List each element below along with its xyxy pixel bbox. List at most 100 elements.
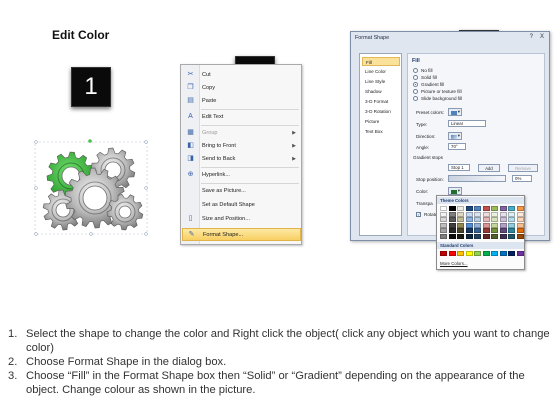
nav-item-line-color[interactable]: Line Color: [362, 67, 400, 76]
nav-item-picture[interactable]: Picture: [362, 117, 400, 126]
more-colors-link[interactable]: More Colors...: [440, 261, 468, 266]
theme-color-swatch[interactable]: [499, 222, 507, 228]
no-fill-radio[interactable]: [413, 68, 418, 73]
nav-item-shadow[interactable]: Shadow: [362, 87, 400, 96]
help-button[interactable]: ?: [530, 34, 533, 40]
theme-color-swatch[interactable]: [508, 217, 515, 222]
theme-color-swatch[interactable]: [448, 217, 456, 222]
theme-color-swatch[interactable]: [516, 206, 524, 211]
add-stop-button[interactable]: Add: [478, 164, 500, 172]
standard-color-swatch[interactable]: [491, 251, 498, 256]
stop-select[interactable]: Stop 1: [448, 164, 470, 171]
theme-color-swatch[interactable]: [474, 233, 481, 239]
menu-item-cut[interactable]: ✂ Cut: [182, 69, 301, 81]
standard-color-swatch[interactable]: [474, 251, 481, 256]
theme-color-swatch[interactable]: [440, 211, 447, 217]
standard-color-swatch[interactable]: [516, 251, 524, 256]
resize-handle[interactable]: [34, 140, 38, 144]
stop-position-input[interactable]: 0%: [512, 175, 532, 182]
theme-color-swatch[interactable]: [448, 206, 456, 211]
theme-color-swatch[interactable]: [448, 222, 456, 228]
direction-dropdown[interactable]: ▾: [448, 132, 462, 140]
menu-item-copy[interactable]: ❐ Copy: [182, 82, 301, 94]
solid-fill-radio[interactable]: [413, 75, 418, 80]
theme-color-swatch[interactable]: [491, 206, 498, 211]
theme-color-swatch[interactable]: [491, 233, 498, 239]
nav-item-3d-format[interactable]: 3-D Format: [362, 97, 400, 106]
nav-item-3d-rotation[interactable]: 3-D Rotation: [362, 107, 400, 116]
theme-color-swatch[interactable]: [457, 228, 464, 233]
menu-item-set-default-shape[interactable]: Set as Default Shape: [182, 199, 301, 211]
theme-color-swatch[interactable]: [482, 211, 490, 217]
theme-color-swatch[interactable]: [482, 222, 490, 228]
theme-color-swatch[interactable]: [440, 233, 447, 239]
theme-color-swatch[interactable]: [474, 228, 481, 233]
theme-color-swatch[interactable]: [465, 206, 473, 211]
theme-color-swatch[interactable]: [499, 217, 507, 222]
theme-color-swatch[interactable]: [482, 233, 490, 239]
theme-color-swatch[interactable]: [482, 217, 490, 222]
nav-item-text-box[interactable]: Text Box: [362, 127, 400, 136]
theme-color-swatch[interactable]: [440, 228, 447, 233]
stop-position-slider[interactable]: [448, 175, 506, 182]
theme-color-swatch[interactable]: [440, 222, 447, 228]
nav-item-line-style[interactable]: Line Style: [362, 77, 400, 86]
color-picker-button[interactable]: ▾: [448, 187, 462, 195]
theme-color-swatch[interactable]: [508, 211, 515, 217]
theme-color-swatch[interactable]: [448, 228, 456, 233]
resize-handle[interactable]: [34, 186, 38, 190]
rotation-handle[interactable]: [88, 139, 92, 143]
menu-item-hyperlink[interactable]: ⊕ Hyperlink...: [182, 169, 301, 181]
menu-item-size-and-position[interactable]: ▯ Size and Position...: [182, 213, 301, 225]
standard-color-swatch[interactable]: [465, 251, 473, 256]
resize-handle[interactable]: [144, 186, 148, 190]
theme-color-swatch[interactable]: [491, 222, 498, 228]
theme-color-swatch[interactable]: [474, 217, 481, 222]
theme-color-swatch[interactable]: [474, 211, 481, 217]
theme-color-swatch[interactable]: [457, 222, 464, 228]
menu-item-format-shape[interactable]: ✎ Format Shape...: [182, 228, 301, 241]
standard-color-swatch[interactable]: [508, 251, 515, 256]
menu-item-save-as-picture[interactable]: Save as Picture...: [182, 185, 301, 197]
theme-color-swatch[interactable]: [508, 206, 515, 211]
standard-color-swatch[interactable]: [499, 251, 507, 256]
standard-color-swatch[interactable]: [440, 251, 447, 256]
theme-color-swatch[interactable]: [457, 233, 464, 239]
picture-fill-radio[interactable]: [413, 89, 418, 94]
preset-colors-dropdown[interactable]: ▾: [448, 108, 462, 116]
background-fill-radio[interactable]: [413, 96, 418, 101]
theme-color-swatch[interactable]: [516, 222, 524, 228]
theme-color-swatch[interactable]: [499, 206, 507, 211]
resize-handle[interactable]: [89, 232, 93, 236]
theme-color-swatch[interactable]: [440, 206, 447, 211]
theme-color-swatch[interactable]: [516, 233, 524, 239]
theme-color-swatch[interactable]: [508, 222, 515, 228]
theme-color-swatch[interactable]: [491, 211, 498, 217]
theme-color-swatch[interactable]: [465, 217, 473, 222]
standard-color-swatch[interactable]: [448, 251, 456, 256]
theme-color-swatch[interactable]: [474, 206, 481, 211]
theme-color-swatch[interactable]: [508, 233, 515, 239]
resize-handle[interactable]: [144, 140, 148, 144]
standard-color-swatch[interactable]: [457, 251, 464, 256]
theme-color-swatch[interactable]: [465, 211, 473, 217]
theme-color-swatch[interactable]: [448, 233, 456, 239]
theme-color-swatch[interactable]: [499, 233, 507, 239]
menu-item-send-to-back[interactable]: ◨ Send to Back ▶: [182, 153, 301, 165]
resize-handle[interactable]: [144, 232, 148, 236]
resize-handle[interactable]: [34, 232, 38, 236]
close-button[interactable]: X: [540, 34, 544, 40]
theme-color-swatch[interactable]: [448, 211, 456, 217]
nav-item-fill[interactable]: Fill: [362, 57, 400, 66]
rotate-with-shape-checkbox[interactable]: ✓: [416, 212, 421, 217]
theme-color-swatch[interactable]: [465, 228, 473, 233]
theme-color-swatch[interactable]: [491, 228, 498, 233]
menu-item-bring-to-front[interactable]: ◧ Bring to Front ▶: [182, 140, 301, 152]
theme-color-swatch[interactable]: [516, 228, 524, 233]
selected-gear-shape[interactable]: [33, 138, 149, 238]
theme-color-swatch[interactable]: [465, 233, 473, 239]
theme-color-swatch[interactable]: [516, 211, 524, 217]
theme-color-swatch[interactable]: [457, 211, 464, 217]
theme-color-swatch[interactable]: [474, 222, 481, 228]
theme-color-swatch[interactable]: [465, 222, 473, 228]
